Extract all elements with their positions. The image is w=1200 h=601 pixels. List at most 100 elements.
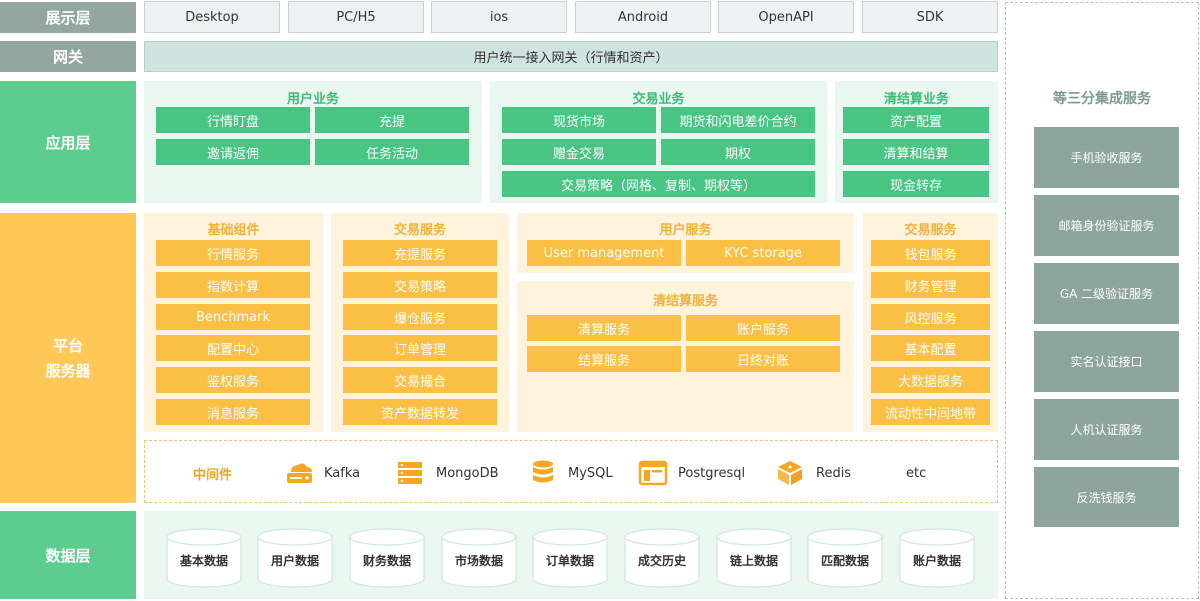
middleware-etc: etc [906,458,926,488]
presentation-openapi: OpenAPI [718,1,854,33]
layer-data: 数据层 [0,511,136,599]
data-store-cylinder: 订单数据 [532,528,608,588]
data-store-label: 用户数据 [270,554,319,568]
data-store-label: 链上数据 [729,554,778,568]
third-party-sms: 手机验收服务 [1034,127,1179,188]
panel-trade-services-2-title: 交易服务 [904,223,957,238]
data-store-label: 订单数据 [545,554,594,568]
svc-eod-reconcile: 日终对账 [686,346,840,372]
svc-basic-config: 基本配置 [871,335,990,361]
presentation-pc-h5: PC/H5 [288,1,424,33]
layer-platform: 平台 服务器 [0,213,136,503]
panel-settlement-services-title: 清结算服务 [652,294,718,309]
app-btn-bonus-trading: 赠金交易 [502,139,656,165]
svc-order-management: 订单管理 [343,335,497,361]
app-btn-asset-allocation: 资产配置 [843,107,989,133]
middleware-mongodb: MongoDB [396,458,499,488]
layer-platform-label-1: 平台 [52,337,83,355]
presentation-desktop: Desktop [144,1,280,33]
layer-application-label: 应用层 [45,133,91,152]
middleware-postgresql: Postgresql [638,458,745,488]
panel-user-business-title: 用户业务 [286,92,339,107]
svc-auth: 鉴权服务 [156,367,310,393]
svc-settlement: 结算服务 [527,346,681,372]
app-btn-futures: 期货和闪电差价合约 [661,107,815,133]
panel-trade-business-title: 交易业务 [632,92,685,107]
data-store-label: 成交历史 [637,554,686,568]
svc-matching: 交易撮合 [343,367,497,393]
middleware-kafka-label: Kafka [324,465,361,481]
data-store-label: 财务数据 [362,554,411,568]
data-store-cylinder: 链上数据 [716,528,792,588]
svc-deposit-withdraw: 充提服务 [343,240,497,266]
data-store-label: 账户数据 [912,554,961,568]
data-store-cylinder: 财务数据 [349,528,425,588]
data-store-cylinder: 账户数据 [899,528,975,588]
data-store-cylinder: 成交历史 [624,528,700,588]
window-layout-icon [638,458,668,488]
svc-clearing: 清算服务 [527,315,681,341]
third-party-email: 邮箱身份验证服务 [1034,195,1179,256]
third-party-captcha: 人机认证服务 [1034,399,1179,460]
data-store-label: 匹配数据 [820,554,869,568]
panel-base-components-title: 基础组件 [207,223,260,238]
svc-trade-strategy: 交易策略 [343,272,497,298]
presentation-android: Android [575,1,711,33]
svc-liquidation: 爆仓服务 [343,304,497,330]
layer-data-label: 数据层 [45,546,91,565]
svc-wallet: 钱包服务 [871,240,990,266]
data-store-cylinder: 基本数据 [166,528,242,588]
layer-presentation: 展示层 [0,2,136,33]
app-btn-cash-transfer: 现金转存 [843,171,989,197]
svc-market: 行情服务 [156,240,310,266]
database-icon [530,458,560,488]
third-party-kyc: 实名认证接口 [1034,331,1179,392]
data-store-cylinder: 市场数据 [441,528,517,588]
middleware-postgresql-label: Postgresql [678,465,746,481]
third-party-aml: 反洗钱服务 [1034,467,1179,527]
third-party-title: 等三分集成服务 [1053,91,1151,107]
panel-trade-services-title: 交易服务 [393,223,446,238]
svc-liquidity-zone: 流动性中间地带 [871,399,990,425]
app-btn-strategies: 交易策略（网格、复制、期权等） [502,171,815,197]
svc-risk-control: 风控服务 [871,304,990,330]
layer-gateway: 网关 [0,41,136,72]
presentation-ios: ios [431,1,567,33]
panel-settlement-business-title: 清结算业务 [883,92,949,107]
cloud-server-icon [284,458,314,488]
app-btn-tasks: 任务活动 [315,139,469,165]
app-btn-options: 期权 [661,139,815,165]
third-party-ga: GA 二级验证服务 [1034,263,1179,324]
svc-big-data: 大数据服务 [871,367,990,393]
presentation-sdk: SDK [862,1,998,33]
svc-benchmark: Benchmark [156,304,310,330]
cube-stack-icon [776,458,806,488]
svc-asset-forwarding: 资产数据转发 [343,399,497,425]
gateway-bar: 用户统一接入网关（行情和资产） [144,41,998,72]
server-rack-icon [396,458,426,488]
panel-user-services-title: 用户服务 [659,223,712,238]
layer-gateway-label: 网关 [52,48,83,66]
data-store-cylinder: 用户数据 [257,528,333,588]
data-store-cylinder: 匹配数据 [807,528,883,588]
middleware-mongodb-label: MongoDB [436,465,499,481]
svc-account: 账户服务 [686,315,840,341]
layer-presentation-label: 展示层 [45,9,91,27]
middleware-label: 中间件 [193,468,233,483]
svc-config-center: 配置中心 [156,335,310,361]
middleware-redis: Redis [776,458,851,488]
layer-platform-label-2: 服务器 [45,362,91,380]
middleware-kafka: Kafka [284,458,360,488]
svc-index: 指数计算 [156,272,310,298]
app-btn-clearing: 清算和结算 [843,139,989,165]
data-store-label: 基本数据 [179,554,228,568]
app-btn-deposit-withdraw: 充提 [315,107,469,133]
middleware-mysql: MySQL [530,458,613,488]
svc-message: 消息服务 [156,399,310,425]
svc-user-management: User management [527,240,681,266]
middleware-etc-label: etc [906,465,927,481]
middleware-redis-label: Redis [816,465,852,481]
svc-kyc-storage: KYC storage [686,240,840,266]
app-btn-market-watch: 行情盯盘 [156,107,310,133]
app-btn-referral: 邀请返佣 [156,139,310,165]
